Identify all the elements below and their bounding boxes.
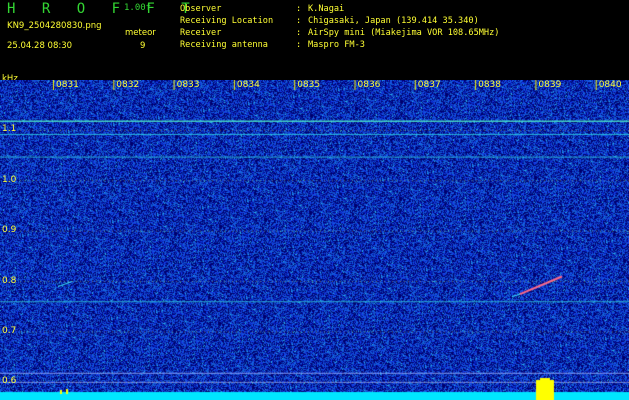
spectrogram-canvas bbox=[0, 80, 629, 400]
info-key: Receiver bbox=[180, 28, 222, 38]
info-key: Receiving antenna bbox=[180, 40, 268, 50]
timestamp: 25.04.28 08:30 bbox=[7, 41, 73, 51]
info-row-receiver: Receiver: AirSpy mini (Miakejima VOR 108.… bbox=[180, 27, 499, 39]
app-title: H R O F F T bbox=[7, 1, 199, 17]
freq-tick-label: 1.0 bbox=[2, 174, 17, 185]
meteor-label: meteor bbox=[125, 28, 156, 38]
freq-tick-label: 1.1 bbox=[2, 124, 17, 135]
freq-tick-label: 0.9 bbox=[2, 225, 17, 236]
time-tick-label: 0838 bbox=[478, 80, 501, 90]
time-tick-label: 0834 bbox=[236, 80, 260, 90]
info-row-antenna: Receiving antenna: Maspro FM-3 bbox=[180, 39, 365, 51]
time-tick-label: 0839 bbox=[538, 80, 562, 90]
info-value: AirSpy mini (Miakejima VOR 108.65MHz) bbox=[308, 28, 500, 38]
file-name: KN9_2504280830.png bbox=[7, 21, 102, 31]
meteor-count: 9 bbox=[140, 41, 146, 51]
time-tick-label: 0837 bbox=[417, 80, 441, 90]
info-sep: : bbox=[296, 40, 302, 50]
header-panel: H R O F F T 1.00f KN9_2504280830.png 25.… bbox=[0, 0, 629, 84]
time-tick-label: 0831 bbox=[56, 80, 79, 90]
freq-tick-label: 0.8 bbox=[2, 275, 17, 286]
info-row-location: Receiving Location: Chigasaki, Japan (139… bbox=[180, 15, 479, 27]
time-tick-label: 0840 bbox=[598, 80, 622, 90]
freq-tick-label: 0.6 bbox=[2, 376, 17, 387]
info-sep: : bbox=[296, 28, 302, 38]
info-key: Observer bbox=[180, 4, 222, 14]
info-value: Chigasaki, Japan (139.414 35.340) bbox=[308, 16, 479, 26]
info-row-observer: Observer: K.Nagai bbox=[180, 3, 344, 15]
time-tick-label: 0835 bbox=[297, 80, 321, 90]
app-version: 1.00f bbox=[124, 3, 152, 13]
info-value: K.Nagai bbox=[308, 4, 345, 14]
time-tick-label: 0836 bbox=[357, 80, 381, 90]
info-sep: : bbox=[296, 4, 302, 14]
freq-tick-label: 0.7 bbox=[2, 325, 17, 336]
info-key: Receiving Location bbox=[180, 16, 274, 26]
info-sep: : bbox=[296, 16, 302, 26]
time-tick-label: 0832 bbox=[116, 80, 140, 90]
time-tick-label: 0833 bbox=[176, 80, 200, 90]
info-value: Maspro FM-3 bbox=[308, 40, 365, 50]
